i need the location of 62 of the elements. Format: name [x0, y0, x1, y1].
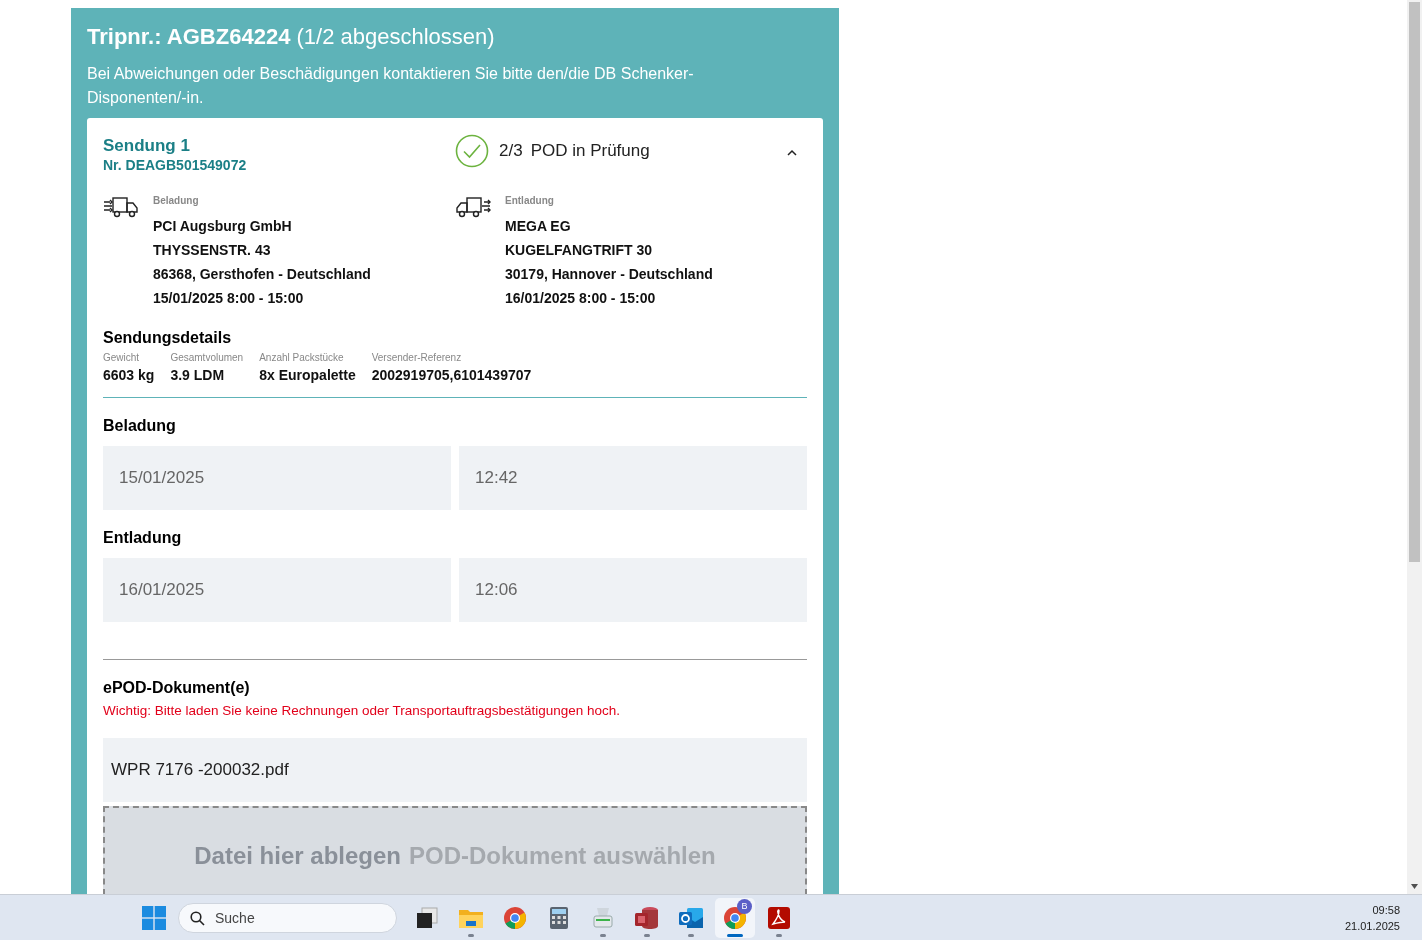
chevron-up-icon[interactable] — [787, 149, 797, 156]
date-field[interactable]: 15/01/2025 — [103, 446, 451, 510]
address-line: 86368, Gersthofen - Deutschland — [153, 265, 371, 284]
notification-badge: B — [737, 898, 752, 914]
address-line: 16/01/2025 8:00 - 15:00 — [505, 289, 657, 308]
warning-text: Wichtig: Bitte laden Sie keine Rechnungen oder Transportauftragsbestätigungen hoch. — [103, 702, 622, 720]
scrollbar[interactable] — [1407, 0, 1422, 894]
detail-value: 6603 kg — [103, 366, 155, 385]
running-indicator — [727, 933, 743, 937]
scroll-down-arrow-icon[interactable] — [1411, 884, 1418, 889]
browser-icon — [503, 905, 527, 930]
detail-value: 2002919705,6101439707 — [371, 366, 532, 385]
notice-text: Bei Abweichungen oder Beschädigungen kontaktieren Sie bitte den/die DB Schenker-Disponenten/-in. — [87, 64, 695, 108]
calculator-icon — [549, 905, 569, 930]
address-line: 15/01/2025 8:00 - 15:00 — [153, 289, 305, 308]
uploaded-file: WPR 7176 -200032.pdf — [103, 738, 807, 802]
mail-icon — [678, 905, 704, 930]
scanner-icon — [592, 905, 614, 930]
detail-label: Versender-Referenz — [371, 351, 463, 365]
pdf-icon — [767, 905, 791, 930]
four-squares-icon — [142, 905, 166, 930]
section-heading: Beladung — [103, 416, 177, 436]
status-text: POD in Prüfung — [530, 141, 650, 161]
address-line: KUGELFANGTRIFT 30 — [505, 241, 653, 260]
stop-label: Entladung — [505, 194, 555, 208]
section-heading: Entladung — [103, 528, 183, 548]
database-icon — [634, 905, 660, 930]
section-heading: ePOD-Dokument(e) — [103, 678, 251, 698]
address-line: MEGA EG — [505, 217, 572, 236]
running-indicator — [776, 933, 782, 937]
time-field[interactable]: 12:06 — [459, 558, 807, 622]
time-field[interactable]: 12:42 — [459, 446, 807, 510]
search-field[interactable]: Suche — [178, 902, 397, 933]
trip-title: Tripnr.: AGBZ64224 (1/2 abgeschlossen) — [87, 24, 496, 50]
scrollbar-thumb[interactable] — [1409, 2, 1420, 562]
stop-label: Beladung — [153, 194, 200, 208]
date-field[interactable]: 16/01/2025 — [103, 558, 451, 622]
task-view-icon — [415, 905, 439, 930]
detail-label: Gesamtvolumen — [170, 351, 244, 365]
running-indicator — [600, 933, 606, 937]
detail-label: Anzahl Packstücke — [259, 351, 345, 365]
running-indicator — [644, 933, 650, 937]
detail-label: Gewicht — [103, 351, 141, 365]
detail-value: 8x Europalette — [259, 366, 356, 385]
section-heading: Sendungsdetails — [103, 328, 233, 348]
clock-date: 21.01.2025 — [1344, 918, 1400, 934]
address-line: THYSSENSTR. 43 — [153, 241, 272, 260]
address-line: 30179, Hannover - Deutschland — [505, 265, 713, 284]
loading-truck-icon — [103, 196, 139, 218]
unloading-truck-icon — [455, 196, 491, 218]
browser-icon — [723, 905, 747, 930]
running-indicator — [468, 933, 474, 937]
running-indicator — [688, 933, 694, 937]
detail-value: 3.9 LDM — [170, 366, 226, 385]
start-button[interactable] — [140, 903, 168, 932]
address-line: PCI Augsburg GmbH — [153, 217, 293, 236]
clock-time: 09:58 — [1371, 902, 1400, 918]
status-count: 2/3 — [499, 141, 523, 161]
drop-zone-text: Datei hier ablegen — [194, 842, 401, 871]
shipment-number: Nr. DEAGB501549072 — [103, 156, 248, 174]
shipment-title: Sendung 1 — [103, 136, 191, 156]
taskbar-app-button[interactable]: B — [715, 897, 755, 938]
